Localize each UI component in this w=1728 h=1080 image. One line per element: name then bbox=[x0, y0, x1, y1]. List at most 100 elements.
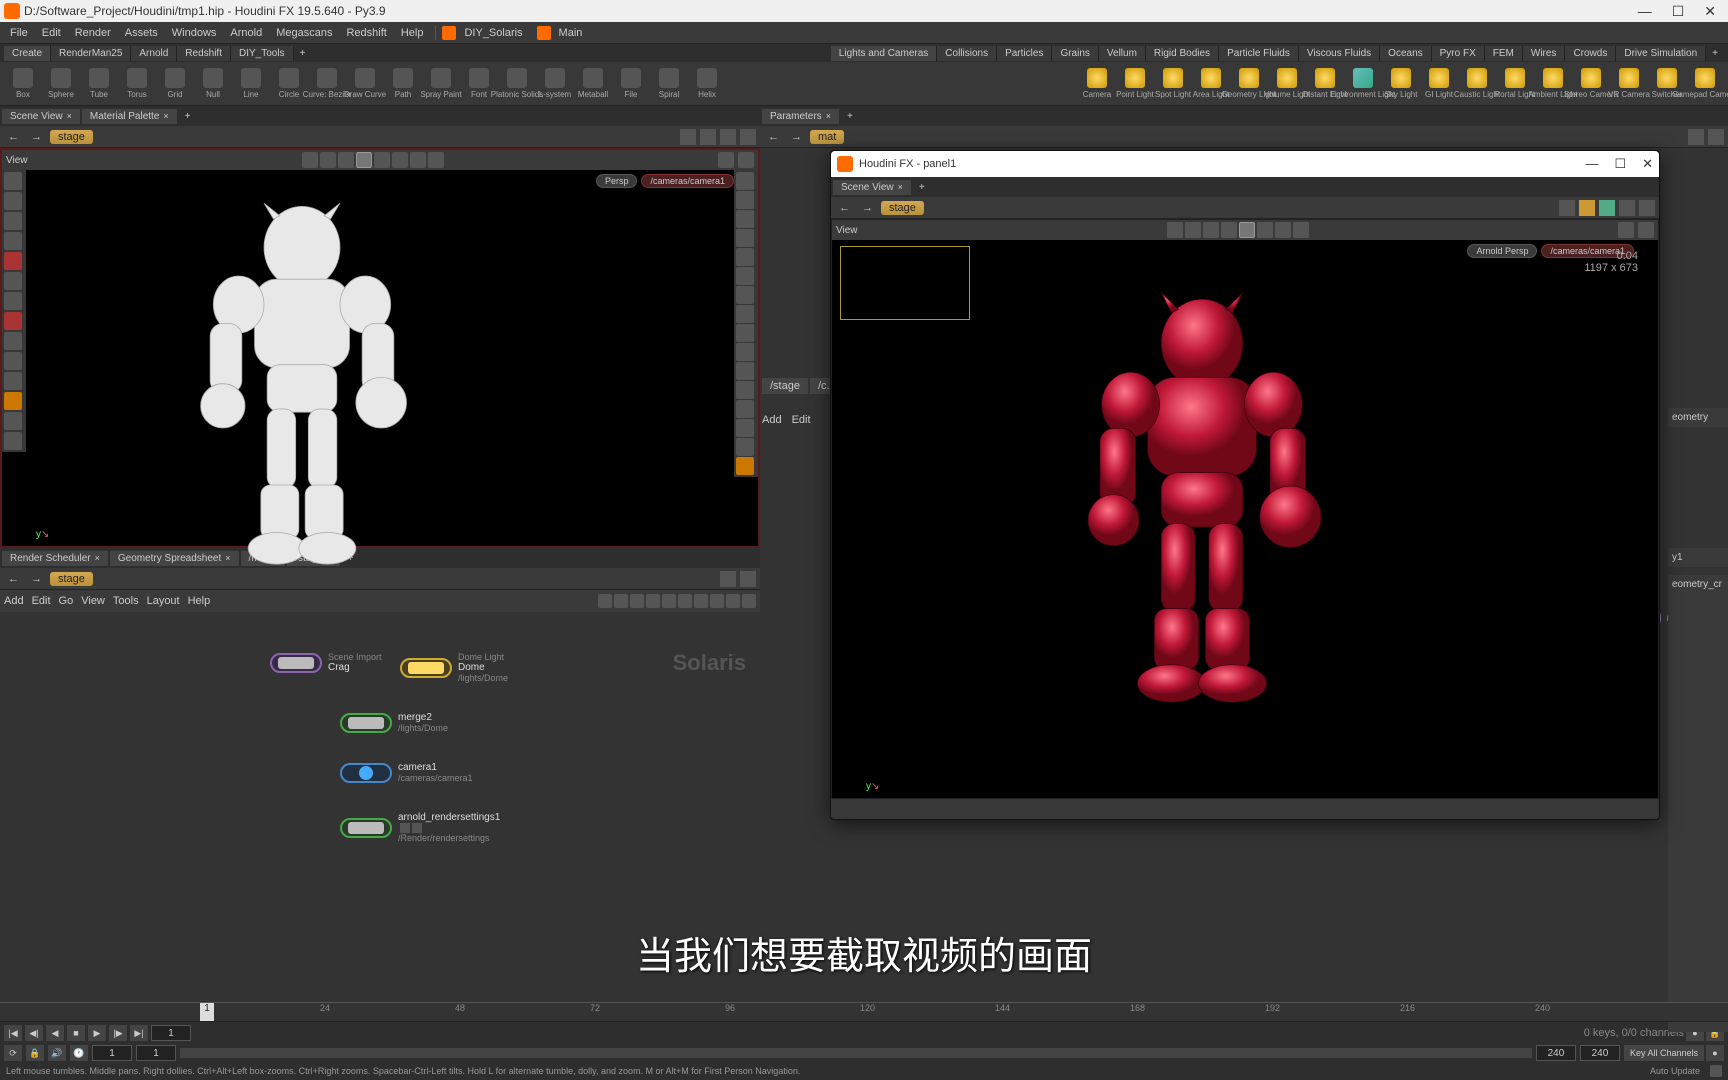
shelf-tool-lsystem[interactable]: L-system bbox=[538, 68, 572, 99]
net-nav-fwd[interactable]: → bbox=[27, 573, 46, 585]
floating-maximize[interactable]: ☐ bbox=[1614, 156, 1626, 172]
close-button[interactable]: ✕ bbox=[1704, 3, 1716, 20]
audio-icon[interactable]: 🔊 bbox=[48, 1045, 66, 1061]
fp-path-chip[interactable]: stage bbox=[881, 201, 924, 215]
shelf-tool-camera[interactable]: Camera bbox=[1080, 68, 1114, 99]
shelf-tool-sphere[interactable]: Sphere bbox=[44, 68, 78, 99]
shelf-tab-arnold[interactable]: Arnold bbox=[131, 46, 177, 61]
node-camera1[interactable]: camera1/cameras/camera1 bbox=[340, 762, 473, 783]
net-tree-icon[interactable] bbox=[614, 594, 628, 608]
shelf-tab-oceans[interactable]: Oceans bbox=[1380, 46, 1431, 61]
pin-icon[interactable] bbox=[680, 129, 696, 145]
display-options-icon[interactable] bbox=[410, 152, 426, 168]
playhead[interactable]: 1 bbox=[200, 1003, 214, 1021]
handle-icon[interactable] bbox=[4, 212, 22, 230]
range-end-field[interactable] bbox=[1580, 1045, 1620, 1061]
shelf-tab-rigid[interactable]: Rigid Bodies bbox=[1146, 46, 1219, 61]
wireframe-icon[interactable] bbox=[736, 248, 754, 266]
snap-point-icon[interactable] bbox=[4, 292, 22, 310]
menu-help[interactable]: Help bbox=[395, 25, 430, 41]
desktop-selector[interactable]: DIY_Solaris bbox=[458, 25, 534, 41]
floating-tab-scene-view[interactable]: Scene View× bbox=[833, 180, 911, 195]
step-back-button[interactable]: ◀| bbox=[25, 1025, 43, 1041]
region-icon[interactable] bbox=[4, 232, 22, 250]
net-pin-icon[interactable] bbox=[720, 571, 736, 587]
camera-tool-icon[interactable] bbox=[4, 352, 22, 370]
shelf-tool-platonicsolids[interactable]: Platonic Solids bbox=[500, 68, 534, 99]
bg-icon[interactable] bbox=[4, 332, 22, 350]
transparency-icon[interactable] bbox=[736, 419, 754, 437]
menu-edit[interactable]: Edit bbox=[36, 25, 67, 41]
fp-snapshot-icon[interactable] bbox=[1579, 200, 1595, 216]
shelf-tool-grid[interactable]: Grid bbox=[158, 68, 192, 99]
goto-end-button[interactable]: ▶| bbox=[130, 1025, 148, 1041]
display-uvs-icon[interactable] bbox=[736, 229, 754, 247]
display-normals-icon[interactable] bbox=[736, 191, 754, 209]
shelf-tab-diy[interactable]: DIY_Tools bbox=[231, 46, 294, 61]
shelf-tab-lights[interactable]: Lights and Cameras bbox=[831, 46, 938, 61]
shelf-add-left[interactable]: + bbox=[294, 46, 312, 61]
realtime-toggle[interactable]: ⟳ bbox=[4, 1045, 22, 1061]
shelf-tab-create[interactable]: Create bbox=[4, 46, 51, 61]
persp-selector[interactable]: Persp bbox=[596, 174, 638, 188]
net-menu-add[interactable]: Add bbox=[4, 595, 24, 607]
menu-megascans[interactable]: Megascans bbox=[270, 25, 338, 41]
range-slider[interactable] bbox=[180, 1048, 1532, 1058]
shelf-tool-pointlight[interactable]: Point Light bbox=[1118, 68, 1152, 99]
net-nav-back[interactable]: ← bbox=[4, 573, 23, 585]
lock-icon[interactable] bbox=[4, 192, 22, 210]
shelf-add-right[interactable]: + bbox=[1706, 46, 1724, 61]
floating-minimize[interactable]: — bbox=[1585, 156, 1598, 172]
shelf-tab-particles[interactable]: Particles bbox=[997, 46, 1052, 61]
camera-selector[interactable]: /cameras/camera1 bbox=[641, 174, 734, 188]
shelf-tab-wires[interactable]: Wires bbox=[1523, 46, 1566, 61]
shelf-tab-vfluids[interactable]: Viscous Fluids bbox=[1299, 46, 1380, 61]
snap-grid-icon[interactable] bbox=[4, 272, 22, 290]
shelf-tool-circle[interactable]: Circle bbox=[272, 68, 306, 99]
net-color-icon[interactable] bbox=[710, 594, 724, 608]
range-start-field[interactable] bbox=[92, 1045, 132, 1061]
fp-scale-icon[interactable] bbox=[1221, 222, 1237, 238]
floating-viewport[interactable]: View Arnold Persp /cameras/camera1 0:04 … bbox=[831, 219, 1659, 799]
render-region-icon[interactable] bbox=[4, 392, 22, 410]
textures-icon[interactable] bbox=[736, 400, 754, 418]
fp-opts-icon[interactable] bbox=[1618, 222, 1634, 238]
move-tool-icon[interactable] bbox=[320, 152, 336, 168]
fp-snap-icon[interactable] bbox=[1239, 222, 1255, 238]
snapshot-icon[interactable] bbox=[720, 129, 736, 145]
shelf-tool-torus[interactable]: Torus bbox=[120, 68, 154, 99]
net-sticky-icon[interactable] bbox=[678, 594, 692, 608]
shelf-tool-drawcurve[interactable]: Draw Curve bbox=[348, 68, 382, 99]
shelf-tab-fem[interactable]: FEM bbox=[1485, 46, 1523, 61]
materials-icon[interactable] bbox=[736, 381, 754, 399]
update-indicator-icon[interactable] bbox=[1710, 1065, 1722, 1077]
viewport-settings-icon[interactable] bbox=[718, 152, 734, 168]
render-region-box[interactable] bbox=[840, 246, 970, 320]
construction-icon[interactable] bbox=[4, 252, 22, 270]
net-menu-tools[interactable]: Tools bbox=[113, 595, 139, 607]
tab-material-palette[interactable]: Material Palette× bbox=[82, 109, 177, 124]
net-list-icon[interactable] bbox=[630, 594, 644, 608]
minimize-button[interactable]: — bbox=[1638, 3, 1652, 20]
net-box-icon[interactable] bbox=[694, 594, 708, 608]
timeline-ruler[interactable]: 1 24 48 72 96 120 144 168 192 216 240 bbox=[0, 1002, 1728, 1022]
network-path-chip[interactable]: stage bbox=[50, 572, 93, 586]
nav-back[interactable]: ← bbox=[4, 131, 23, 143]
range-lock-icon[interactable]: 🔒 bbox=[26, 1045, 44, 1061]
display-points-icon[interactable] bbox=[736, 172, 754, 190]
auto-update-label[interactable]: Auto Update bbox=[1650, 1066, 1700, 1076]
shelf-tool-line[interactable]: Line bbox=[234, 68, 268, 99]
net-zoom-icon[interactable] bbox=[742, 594, 756, 608]
shelf-tool-null[interactable]: Null bbox=[196, 68, 230, 99]
shaded-icon[interactable] bbox=[736, 267, 754, 285]
clock-icon[interactable]: 🕐 bbox=[70, 1045, 88, 1061]
net-wrench-icon[interactable] bbox=[598, 594, 612, 608]
snap-edge-icon[interactable] bbox=[4, 312, 22, 330]
shelf-tab-collisions[interactable]: Collisions bbox=[937, 46, 997, 61]
right-path-chip[interactable]: mat bbox=[810, 130, 844, 144]
fp-nav-back[interactable]: ← bbox=[835, 202, 854, 214]
select-tool-icon[interactable] bbox=[302, 152, 318, 168]
shelf-tool-stereocamera[interactable]: Stereo Camera bbox=[1574, 68, 1608, 99]
shelf-tab-renderman[interactable]: RenderMan25 bbox=[51, 46, 131, 61]
tab-parameters[interactable]: Parameters× bbox=[762, 109, 839, 124]
